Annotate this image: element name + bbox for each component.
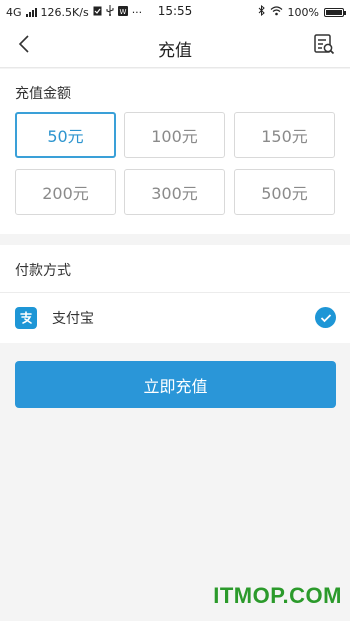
payment-option-alipay[interactable]: 支付宝	[0, 293, 350, 343]
record-list-icon	[313, 33, 335, 59]
payment-label: 付款方式	[15, 263, 71, 279]
recharge-record-button[interactable]	[310, 32, 338, 60]
amount-label: 充值金额	[15, 86, 71, 102]
amount-option-150[interactable]: 150元	[234, 112, 335, 158]
wifi-icon	[270, 5, 283, 19]
payment-method-name: 支付宝	[52, 311, 94, 327]
payment-section: 付款方式 支付宝	[0, 245, 350, 343]
amount-option-500[interactable]: 500元	[234, 169, 335, 215]
amount-option-100[interactable]: 100元	[124, 112, 225, 158]
amount-option-300[interactable]: 300元	[124, 169, 225, 215]
page-title: 充值	[158, 41, 192, 61]
amount-option-200[interactable]: 200元	[15, 169, 116, 215]
checkmark-icon[interactable]	[315, 307, 336, 328]
battery-fill	[326, 9, 342, 15]
battery-percent: 100%	[287, 5, 319, 19]
status-bar: 4G 126.5K/s W ··· 15:55 100%	[0, 0, 350, 24]
amount-section: 充值金额 50元 100元 150元 200元 300元 500元	[0, 69, 350, 234]
bluetooth-icon	[258, 4, 265, 19]
battery-icon	[324, 7, 346, 17]
recharge-now-button[interactable]: 立即充值	[15, 361, 336, 408]
alipay-icon	[15, 307, 37, 329]
title-bar: 充值	[0, 24, 350, 68]
status-right: 100%	[258, 4, 346, 19]
amount-option-50[interactable]: 50元	[15, 112, 116, 158]
watermark-logo: ITMOP.COM	[213, 583, 342, 608]
